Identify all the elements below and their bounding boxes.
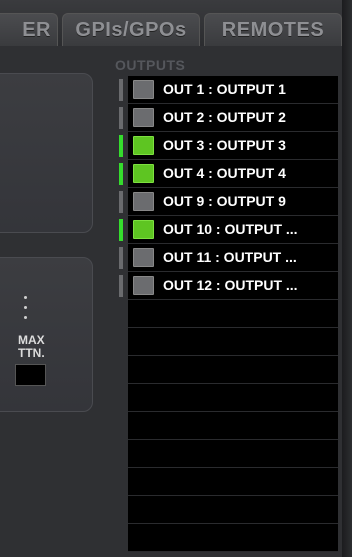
empty-output-row	[128, 524, 338, 552]
tab-remotes[interactable]: REMOTES	[204, 13, 342, 46]
output-label: OUT 9 : OUTPUT 9	[163, 193, 286, 209]
outputs-list: OUT 1 : OUTPUT 1 OUT 2 : OUTPUT 2 OUT 3 : …	[128, 76, 338, 552]
tab-label: ER	[22, 18, 51, 41]
tab-partial[interactable]: ER	[0, 13, 58, 46]
outputs-title: OUTPUTS	[115, 57, 186, 73]
tab-label: GPIs/GPOs	[75, 18, 187, 41]
output-label: OUT 3 : OUTPUT 3	[163, 137, 286, 153]
output-row[interactable]: OUT 12 : OUTPUT ...	[128, 272, 338, 300]
empty-output-row	[128, 384, 338, 412]
empty-output-row	[128, 356, 338, 384]
output-row[interactable]: OUT 9 : OUTPUT 9	[128, 188, 338, 216]
output-status-square[interactable]	[133, 136, 154, 155]
output-meter	[119, 247, 123, 269]
output-label: OUT 10 : OUTPUT ...	[163, 221, 298, 237]
output-status-square[interactable]	[133, 80, 154, 99]
empty-output-row	[128, 496, 338, 524]
output-meter	[119, 107, 123, 129]
empty-output-row	[128, 412, 338, 440]
dot	[24, 296, 27, 299]
output-status-square[interactable]	[133, 248, 154, 267]
level-dots	[24, 296, 32, 326]
output-label: OUT 2 : OUTPUT 2	[163, 109, 286, 125]
output-label: OUT 12 : OUTPUT ...	[163, 277, 298, 293]
output-meter	[119, 79, 123, 101]
output-label: OUT 4 : OUTPUT 4	[163, 165, 286, 181]
output-label: OUT 11 : OUTPUT ...	[163, 249, 297, 265]
output-meter	[119, 163, 123, 185]
output-row[interactable]: OUT 4 : OUTPUT 4	[128, 160, 338, 188]
tab-label: REMOTES	[221, 18, 325, 41]
tab-gpis-gpos[interactable]: GPIs/GPOs	[62, 13, 200, 46]
output-row[interactable]: OUT 2 : OUTPUT 2	[128, 104, 338, 132]
output-meter	[119, 219, 123, 241]
output-status-square[interactable]	[133, 164, 154, 183]
output-status-square[interactable]	[133, 220, 154, 239]
output-meter	[119, 275, 123, 297]
left-panel-bottom	[0, 257, 93, 412]
attn-value-field[interactable]	[15, 364, 46, 386]
output-status-square[interactable]	[133, 192, 154, 211]
empty-output-row	[128, 300, 338, 328]
dot	[24, 306, 27, 309]
output-row[interactable]: OUT 10 : OUTPUT ...	[128, 216, 338, 244]
output-row[interactable]: OUT 11 : OUTPUT ...	[128, 244, 338, 272]
output-meter	[119, 135, 123, 157]
output-row[interactable]: OUT 3 : OUTPUT 3	[128, 132, 338, 160]
output-label: OUT 1 : OUTPUT 1	[163, 81, 286, 97]
right-edge	[342, 0, 352, 557]
dot	[24, 316, 27, 319]
output-status-square[interactable]	[133, 108, 154, 127]
empty-output-row	[128, 468, 338, 496]
empty-output-row	[128, 328, 338, 356]
attn-label: TTN.	[18, 346, 45, 360]
output-meter	[119, 191, 123, 213]
max-attn-label: MAX TTN.	[18, 334, 45, 360]
output-status-square[interactable]	[133, 276, 154, 295]
left-panel-top	[0, 73, 93, 233]
output-row[interactable]: OUT 1 : OUTPUT 1	[128, 76, 338, 104]
tab-bar: ER GPIs/GPOs REMOTES	[0, 0, 352, 46]
empty-output-row	[128, 440, 338, 468]
